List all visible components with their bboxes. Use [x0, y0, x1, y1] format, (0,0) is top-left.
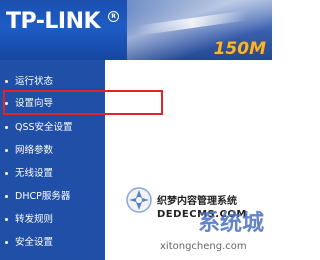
registered-mark: R: [108, 11, 119, 22]
sidebar-item-qss[interactable]: QSS安全设置: [0, 118, 105, 138]
watermark-logo-icon: [126, 187, 152, 213]
sidebar-item-label: QSS安全设置: [15, 122, 73, 133]
tp-link-logo: TP-LINK: [6, 9, 101, 34]
bullet-icon: [5, 172, 8, 175]
watermark-brand: 系统城: [198, 211, 265, 236]
header-banner: 150M: [127, 0, 272, 60]
sidebar-item-wireless[interactable]: 无线设置: [0, 164, 105, 184]
sidebar-item-forwarding[interactable]: 转发规则: [0, 210, 105, 230]
sidebar-item-label: 安全设置: [15, 237, 54, 248]
sidebar-item-network[interactable]: 网络参数: [0, 141, 105, 161]
bullet-icon: [5, 149, 8, 152]
sidebar-item-label: 网络参数: [15, 145, 54, 156]
bullet-icon: [5, 241, 8, 244]
bullet-icon: [5, 126, 8, 129]
sidebar-item-status[interactable]: 运行状态: [0, 72, 105, 92]
sidebar-item-label: DHCP服务器: [15, 191, 71, 202]
sidebar-item-security[interactable]: 安全设置: [0, 233, 105, 253]
sidebar-item-dhcp[interactable]: DHCP服务器: [0, 187, 105, 207]
banner-light-streak: [136, 10, 248, 36]
sidebar-item-label: 转发规则: [15, 214, 54, 225]
sidebar-item-label: 无线设置: [15, 168, 54, 179]
router-header: TP-LINK R 150M: [0, 0, 272, 60]
watermark-title: 织梦内容管理系统: [157, 196, 237, 207]
highlight-frame: [3, 90, 163, 115]
bullet-icon: [5, 218, 8, 221]
sidebar-item-label: 运行状态: [15, 76, 54, 87]
bullet-icon: [5, 195, 8, 198]
watermark-url: xitongcheng.com: [160, 241, 247, 252]
model-badge: 150M: [213, 39, 266, 59]
bullet-icon: [5, 80, 8, 83]
